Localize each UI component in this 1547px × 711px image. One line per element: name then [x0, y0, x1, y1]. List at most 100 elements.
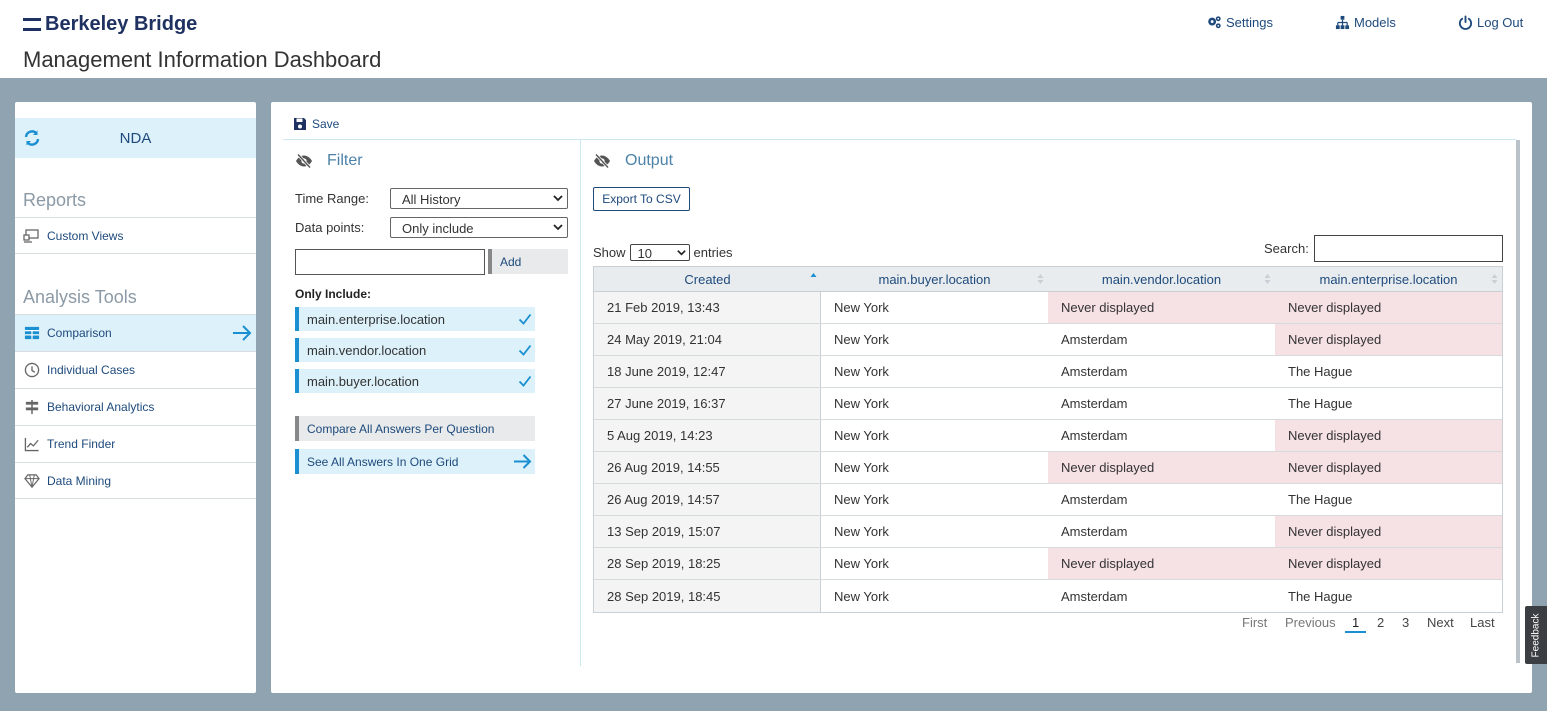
included-item[interactable]: main.vendor.location [295, 338, 535, 362]
sidebar-item-custom-views[interactable]: Custom Views [15, 217, 256, 254]
analysis-tools-heading: Analysis Tools [23, 287, 137, 307]
eye-slash-icon [594, 153, 610, 169]
cell-enterprise-location: The Hague [1275, 484, 1502, 515]
page-title: Management Information Dashboard [23, 47, 382, 72]
models-link[interactable]: Models [1335, 15, 1396, 30]
search-input[interactable] [1314, 235, 1503, 262]
sidebar-item-individual-cases[interactable]: Individual Cases [15, 351, 256, 388]
logout-link[interactable]: Log Out [1458, 15, 1523, 30]
table-icon [23, 325, 40, 342]
cell-vendor-location: Never displayed [1048, 292, 1275, 323]
save-button[interactable]: Save [293, 117, 339, 131]
sidebar-item-label: Data Mining [47, 473, 112, 488]
cell-vendor-location: Amsterdam [1048, 580, 1275, 612]
cell-created: 27 June 2019, 16:37 [594, 388, 821, 419]
sidebar-item-label: Individual Cases [47, 363, 136, 377]
table-header-row: Created main.buyer.location main.vendor.… [594, 267, 1502, 292]
grid-button-label: See All Answers In One Grid [307, 454, 459, 469]
included-item[interactable]: main.enterprise.location [295, 307, 535, 331]
sidebar-item-label: Comparison [47, 326, 112, 340]
filter-title: Filter [327, 152, 363, 169]
brand-logo[interactable]: Berkeley Bridge [23, 13, 197, 36]
column-header-label: main.vendor.location [1101, 271, 1222, 287]
column-header-created[interactable]: Created [594, 267, 821, 291]
column-header-buyer-location[interactable]: main.buyer.location [821, 267, 1048, 291]
export-csv-button[interactable]: Export To CSV [593, 187, 690, 211]
data-points-select[interactable]: Only include [390, 217, 568, 238]
chevron-down-icon [553, 195, 563, 202]
models-label: Models [1354, 15, 1396, 30]
show-label: Show [593, 245, 626, 260]
pagination-next[interactable]: Next [1427, 615, 1454, 630]
cell-buyer-location: New York [821, 484, 1048, 515]
cell-enterprise-location: Never displayed [1275, 324, 1502, 355]
output-header[interactable]: Output [593, 152, 673, 170]
arrow-right-icon [514, 454, 532, 469]
filter-header[interactable]: Filter [295, 152, 363, 170]
feedback-label: Feedback [1530, 613, 1542, 657]
column-header-label: main.enterprise.location [1319, 271, 1458, 287]
included-item-label: main.buyer.location [307, 373, 420, 389]
sort-ascending-icon [810, 273, 817, 277]
pagination-last[interactable]: Last [1470, 615, 1495, 630]
settings-link[interactable]: Settings [1207, 15, 1273, 30]
cell-buyer-location: New York [821, 292, 1048, 323]
add-button[interactable]: Add [488, 249, 568, 274]
arrow-right-icon [233, 325, 252, 341]
table-row: 13 Sep 2019, 15:07 New York Amsterdam Never… [594, 516, 1502, 548]
cell-vendor-location: Never displayed [1048, 548, 1275, 579]
page-length-control: Show 10 entries [593, 244, 733, 261]
chevron-down-icon [676, 250, 686, 256]
cell-buyer-location: New York [821, 452, 1048, 483]
cell-buyer-location: New York [821, 324, 1048, 355]
vertical-scrollbar[interactable] [1516, 140, 1520, 663]
cell-buyer-location: New York [821, 548, 1048, 579]
see-all-answers-grid-button[interactable]: See All Answers In One Grid [295, 449, 535, 474]
pagination-page[interactable]: 2 [1377, 615, 1384, 630]
refresh-icon[interactable] [23, 129, 41, 147]
column-header-vendor-location[interactable]: main.vendor.location [1048, 267, 1275, 291]
pagination-previous[interactable]: Previous [1285, 615, 1336, 630]
custom-views-icon [23, 227, 40, 244]
logout-label: Log Out [1477, 15, 1524, 30]
search-label: Search: [1264, 241, 1309, 256]
data-point-input[interactable] [295, 249, 485, 275]
included-item[interactable]: main.buyer.location [295, 369, 535, 393]
pagination-page[interactable]: 3 [1402, 615, 1409, 630]
table-row: 28 Sep 2019, 18:45 New York Amsterdam The H… [594, 580, 1502, 612]
feedback-tab[interactable]: Feedback [1525, 606, 1547, 664]
gears-icon [1208, 16, 1221, 29]
model-selector[interactable]: NDA [15, 118, 256, 158]
sidebar-item-data-mining[interactable]: Data Mining [15, 462, 256, 499]
cell-created: 26 Aug 2019, 14:55 [594, 452, 821, 483]
main-panel: Save Filter Time Range: All History Data… [271, 102, 1532, 693]
cell-buyer-location: New York [821, 516, 1048, 547]
entries-select[interactable]: 10 [629, 244, 690, 261]
signpost-icon [23, 399, 40, 416]
cell-buyer-location: New York [821, 420, 1048, 451]
compare-all-answers-button[interactable]: Compare All Answers Per Question [295, 416, 535, 441]
cell-enterprise-location: The Hague [1275, 356, 1502, 387]
floppy-disk-icon [294, 118, 306, 130]
pagination-page-current[interactable]: 1 [1345, 615, 1367, 633]
cell-created: 26 Aug 2019, 14:57 [594, 484, 821, 515]
time-range-select[interactable]: All History [390, 188, 568, 209]
table-body: 21 Feb 2019, 13:43 New York Never displaye… [594, 292, 1502, 612]
toolbar-divider [283, 139, 1516, 140]
cell-vendor-location: Amsterdam [1048, 388, 1275, 419]
check-icon [518, 313, 532, 325]
pagination-first[interactable]: First [1242, 615, 1267, 630]
cell-enterprise-location: The Hague [1275, 388, 1502, 419]
results-table: Created main.buyer.location main.vendor.… [593, 266, 1503, 613]
sidebar-item-comparison[interactable]: Comparison [15, 314, 256, 351]
sidebar-item-trend-finder[interactable]: Trend Finder [15, 425, 256, 462]
column-header-enterprise-location[interactable]: main.enterprise.location [1275, 267, 1502, 291]
cell-vendor-location: Amsterdam [1048, 324, 1275, 355]
table-row: 18 June 2019, 12:47 New York Amsterdam The … [594, 356, 1502, 388]
entries-value: 10 [637, 246, 652, 261]
reports-heading: Reports [23, 190, 87, 210]
cell-created: 21 Feb 2019, 13:43 [594, 292, 821, 323]
sidebar-item-label: Custom Views [47, 228, 124, 243]
sidebar-item-behavioral-analytics[interactable]: Behavioral Analytics [15, 388, 256, 425]
sort-icon [1491, 274, 1498, 284]
